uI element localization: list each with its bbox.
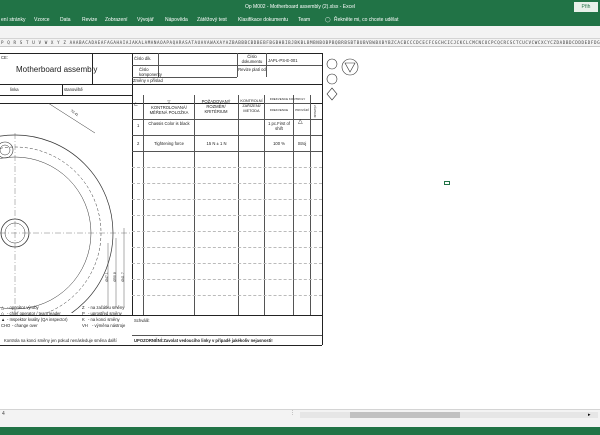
changes-label: Změny v příslad [133, 78, 163, 83]
tab-data[interactable]: Data [60, 17, 71, 23]
tab-view[interactable]: Zobrazení [105, 17, 128, 23]
ribbon-body [0, 26, 600, 39]
selected-cell[interactable] [444, 181, 450, 185]
title-bar: Op M002 - Motherboard assembly (2).xlsx … [0, 0, 600, 14]
revision-label: Revize platí od [238, 67, 266, 72]
legend-4-symbol: CHO [1, 323, 11, 328]
triangle-icon: ▽ [167, 99, 171, 104]
legend-r1-symbol: Z [82, 305, 85, 310]
col-item: KONTROLOVANÁ/ MĚŘENÁ POLOŽKA [149, 105, 189, 115]
tab-formulas[interactable]: Vzorce [34, 17, 50, 23]
tab-load-test[interactable]: Zátěžový test [197, 17, 227, 23]
lightbulb-icon[interactable]: ◯ [325, 17, 331, 23]
ribbon-tabs: ení stránky Vzorce Data Revize Zobrazení… [0, 14, 600, 26]
tab-document-classification[interactable]: Klasifikace dokumentu [238, 17, 288, 23]
doc-no-label: Číslo dokumentu [241, 54, 263, 64]
row-label: CE: [1, 55, 8, 60]
row-2-frequency[interactable]: 100 % [265, 141, 293, 146]
tab-team[interactable]: Team [298, 17, 310, 23]
legend-1-text: - operátor výroby [7, 305, 39, 310]
row-2-item[interactable]: Tightening force [145, 141, 193, 146]
status-bar: 4 ⋮ ▸ [0, 409, 600, 435]
doc-no-value: JAPL-PS-E-001 [268, 58, 298, 63]
column-headers[interactable]: P Q R S T U V W X Y Z AAABACADAEAFAGAHAI… [0, 39, 600, 47]
line-label: linka [10, 87, 19, 92]
col-who: PROVÁDÍ [295, 108, 309, 112]
sign-in-button[interactable]: Přih [574, 2, 598, 12]
row-1-frequency[interactable]: 1 pc.First of shift [265, 121, 293, 131]
legend-1-symbol: △ [1, 305, 5, 310]
horizontal-scroll-thumb[interactable] [350, 412, 460, 418]
col-record: ZÁZNAM [313, 105, 317, 118]
legend-r3-text: - na konci směny [88, 317, 120, 322]
worksheet-grid[interactable]: CE: Motherboard assembly linka stanovišt… [0, 47, 600, 409]
row-1-no: 1 [137, 123, 140, 128]
col-device: KONTROLNÍ ZAŘÍZENÍ/ METODA [240, 99, 263, 113]
dim-label-4: Ø41.7 [120, 272, 125, 282]
dim-label-2: Ø47.1 [104, 272, 109, 282]
legend-3-text: - Inspektor kvality (QA inspector) [7, 317, 68, 322]
row-1-triangle-icon: △ [298, 119, 303, 125]
col-frequency: FREKVENCE [269, 108, 289, 112]
tell-me-box[interactable]: Řekněte mi, co chcete udělat [334, 17, 398, 23]
scroll-menu-icon[interactable]: ⋮ [290, 410, 295, 416]
col-required: POŽADOVANÝ ROZMĚR/ KRITÉRIUM [201, 99, 231, 114]
legend-r4-symbol: VH [82, 323, 88, 328]
row-1-item[interactable]: Chassis Color is black [145, 121, 193, 126]
warning-text: UPOZORNĚNÍ:Zavolat vedoucího linky v pří… [134, 338, 273, 343]
tab-page-layout[interactable]: ení stránky [1, 17, 25, 23]
tab-developer[interactable]: Vývojář [137, 17, 154, 23]
window-title: Op M002 - Motherboard assembly (2).xlsx … [244, 4, 356, 10]
scroll-right-icon[interactable]: ▸ [588, 412, 591, 418]
legend-r1-text: - na začátku směny [88, 305, 125, 310]
sheet-tab-prefix[interactable]: 4 [2, 411, 5, 417]
legend-r3-symbol: K [82, 317, 85, 322]
legend-r4-text: - výměna nástroje [92, 323, 126, 328]
page-title: Motherboard assembly [16, 65, 98, 74]
row-2-required[interactable]: 15 N ± 1 N [195, 141, 238, 146]
drawing-no-label: Číslo dík. [134, 56, 152, 61]
legend-3-symbol: ▲ [1, 317, 6, 322]
row-2-no: 2 [137, 141, 140, 146]
station-label: stanoviště [64, 87, 83, 92]
dim-label-3: Ø50.8 [112, 272, 117, 282]
footnote: Kontrola na konci směny jen pokud nenásl… [4, 338, 117, 343]
row-2-who[interactable]: Stroj [294, 141, 310, 146]
legend-4-text: - change over [12, 323, 38, 328]
legend-2-text: - chief operator / team leader [7, 311, 61, 316]
col-frequency-group: FREKVENCE KONTROLY [269, 97, 306, 101]
col-number: Č. [134, 102, 139, 107]
approvals-label: Schválil: [134, 318, 150, 323]
tab-help[interactable]: Nápověda [165, 17, 188, 23]
component-label: Číslo komponenty [139, 67, 162, 77]
legend-r2-symbol: P [82, 311, 85, 316]
legend-2-symbol: ◇ [1, 311, 5, 316]
tab-review[interactable]: Revize [82, 17, 97, 23]
symbol-panel [326, 58, 359, 101]
legend-r2-text: - uprostřed směny [88, 311, 122, 316]
